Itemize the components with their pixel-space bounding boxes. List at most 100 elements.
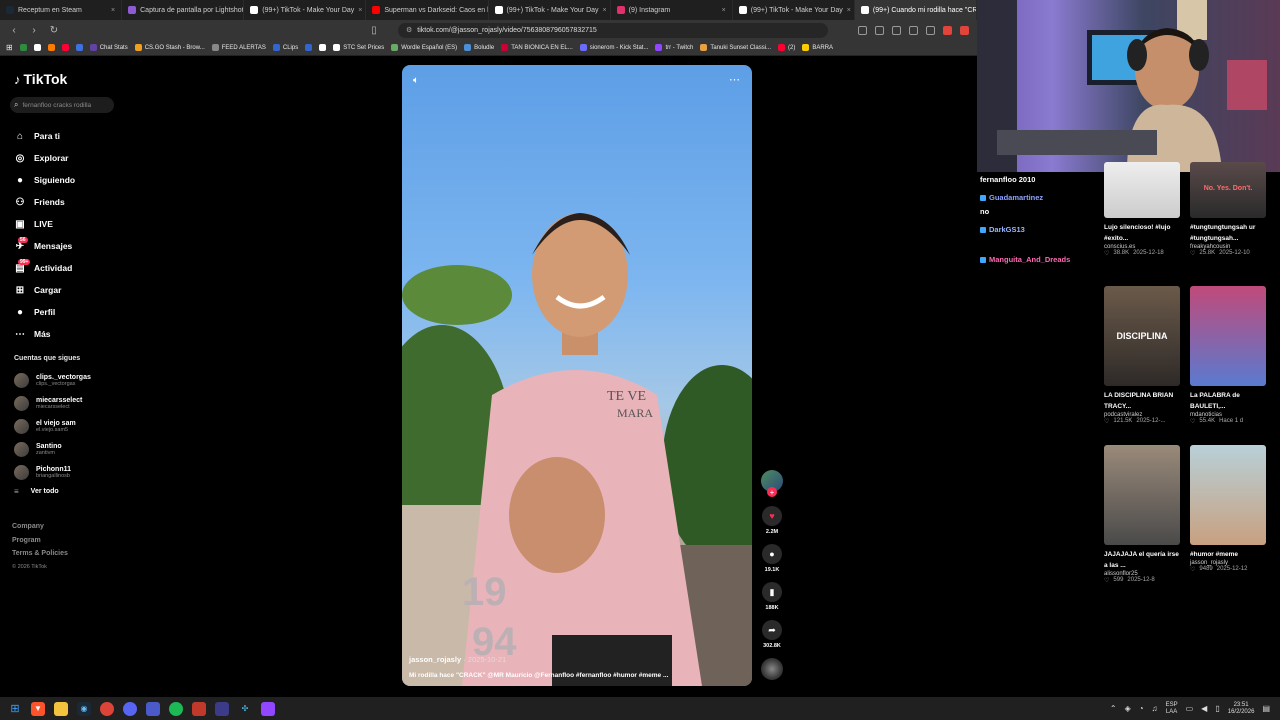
chrome-icon[interactable] xyxy=(100,701,114,716)
video-thumbnail[interactable] xyxy=(1190,286,1266,386)
bookmark-icon[interactable]: ▯ xyxy=(368,25,380,36)
spotify-icon[interactable] xyxy=(169,701,183,716)
bookmark-item[interactable] xyxy=(61,44,69,51)
video-thumbnail[interactable]: DISCIPLINA xyxy=(1104,286,1180,386)
close-tab-icon[interactable]: × xyxy=(847,7,851,14)
brave-shield-icon[interactable] xyxy=(943,25,952,35)
language-indicator[interactable]: ESP LAA xyxy=(1166,702,1178,716)
close-tab-icon[interactable]: × xyxy=(111,7,115,14)
volume-icon[interactable]: 🔈︎ xyxy=(413,75,419,86)
nav-item-siguiendo[interactable]: ● Siguiendo xyxy=(14,169,124,191)
browser-tab[interactable]: Captura de pantalla por Lightshot× xyxy=(122,0,245,20)
share-button[interactable]: ➦ 302.8K xyxy=(759,620,785,649)
brave-rewards-icon[interactable] xyxy=(960,25,969,35)
reload-icon[interactable]: ↻ xyxy=(48,25,60,36)
translate-icon[interactable] xyxy=(875,25,884,35)
bookmark-item[interactable] xyxy=(305,44,313,51)
recorder-icon[interactable] xyxy=(192,701,206,716)
tiktok-logo[interactable]: ♪ TikTok xyxy=(14,71,67,87)
video-card[interactable]: JAJAJAJA el quería irse a las ... alisson… xyxy=(1104,445,1180,584)
browser-tab[interactable]: (99+) Cuando mi rodilla hace "CR× xyxy=(854,0,977,20)
browser-tab[interactable]: (99+) TikTok - Make Your Day × xyxy=(489,0,611,20)
video-author[interactable]: jasson_rojasly · 2025-10-21 xyxy=(409,655,709,664)
notifications-icon[interactable]: ▤ xyxy=(1262,704,1270,713)
creator-avatar[interactable]: + xyxy=(759,470,785,497)
bookmark-item[interactable]: CS.GO Stash - Brow... xyxy=(134,44,205,51)
nav-item-para-ti[interactable]: ⌂ Para ti xyxy=(14,125,124,147)
video-title[interactable]: #tungtungtungsah ur #tungtungsah... xyxy=(1190,222,1266,244)
author-username[interactable]: jasson_rojasly xyxy=(409,655,461,664)
battery-icon[interactable]: ▯ xyxy=(1215,704,1219,713)
video-thumbnail[interactable] xyxy=(1104,445,1180,545)
nav-item-más[interactable]: ⋯ Más xyxy=(14,323,124,345)
comment-icon[interactable]: ● xyxy=(762,544,782,564)
extension-icon[interactable] xyxy=(858,25,867,35)
video-player[interactable]: TE VE MARA 19 94 🔈︎ ⋯ jasson_rojasly · 2… xyxy=(402,65,752,686)
tray-overflow-icon[interactable]: ⌃ xyxy=(1110,704,1117,713)
nav-item-perfil[interactable]: ● Perfil xyxy=(14,301,124,323)
browser-tab[interactable]: Superman vs Darkseid: Caos en la ci...× xyxy=(366,0,489,20)
app-icon[interactable] xyxy=(146,701,160,716)
close-tab-icon[interactable]: × xyxy=(603,7,607,14)
avatar[interactable]: + xyxy=(761,470,783,497)
volume-tray-icon[interactable]: ◀ xyxy=(1201,704,1207,713)
video-thumbnail[interactable] xyxy=(1190,445,1266,545)
file-explorer-icon[interactable] xyxy=(54,701,68,716)
browser-tab[interactable]: Receptum en Steam × xyxy=(0,0,123,20)
site-info-icon[interactable]: ⚙ xyxy=(406,26,412,34)
nav-item-mensajes[interactable]: ✈ 56 Mensajes xyxy=(14,235,124,257)
clock[interactable]: 23:51 16/2/2026 xyxy=(1228,702,1255,716)
footer-link[interactable]: Company xyxy=(12,523,68,537)
share-icon[interactable] xyxy=(926,25,935,35)
video-title[interactable]: LA DISCIPLINA BRIAN TRACY... xyxy=(1104,390,1180,412)
windows-start-icon[interactable]: ⊞ xyxy=(8,702,22,716)
wifi-icon[interactable]: ◔ xyxy=(1139,704,1144,713)
more-options-icon[interactable]: ⋯ xyxy=(729,73,741,86)
nav-item-friends[interactable]: ⚇ Friends xyxy=(14,191,124,213)
bookmark-item[interactable]: CLips xyxy=(272,44,298,51)
vpn-icon[interactable] xyxy=(215,701,229,716)
video-card[interactable]: La PALABRA de BAULETI,... mdanoticias ♡ 55.… xyxy=(1190,286,1266,425)
bookmark-item[interactable] xyxy=(47,44,55,51)
footer-link[interactable]: Program xyxy=(12,537,68,551)
discord-icon[interactable] xyxy=(123,701,137,716)
bookmark-item[interactable]: trr - Twitch xyxy=(655,44,693,51)
bookmark-item[interactable]: sionerom - Kick Stat... xyxy=(579,44,648,51)
video-thumbnail[interactable]: No. Yes. Don't. xyxy=(1190,162,1266,218)
bookmark-item[interactable]: STC Set Prices xyxy=(333,44,384,51)
back-icon[interactable]: ‹ xyxy=(8,25,20,36)
video-title[interactable]: #humor #meme xyxy=(1190,549,1266,560)
see-all-button[interactable]: ≡ Ver todo xyxy=(14,487,124,496)
share-arrow-icon[interactable]: ➦ xyxy=(762,620,782,640)
bookmark-save-icon[interactable]: ▮ xyxy=(762,582,782,602)
video-title[interactable]: Lujo silencioso! #lujo #exito... xyxy=(1104,222,1180,244)
following-account[interactable]: Santino zantivm xyxy=(14,438,124,461)
comment-button[interactable]: ● 19.1K xyxy=(759,544,785,573)
following-account[interactable]: Pichonn11 briangallinosb xyxy=(14,461,124,484)
like-button[interactable]: ♥ 2.2M xyxy=(759,506,785,535)
bookmark-item[interactable]: Tanuki Sunset Classi... xyxy=(700,44,771,51)
music-disc[interactable] xyxy=(759,658,785,680)
address-bar[interactable]: ⚙ tiktok.com/@jasson_rojasly/video/75638… xyxy=(398,22,828,38)
video-thumbnail[interactable] xyxy=(1104,162,1180,218)
video-card[interactable]: No. Yes. Don't. #tungtungtungsah ur #tung… xyxy=(1190,162,1266,257)
nav-item-cargar[interactable]: ⊞ Cargar xyxy=(14,279,124,301)
video-card[interactable]: DISCIPLINA LA DISCIPLINA BRIAN TRACY... po… xyxy=(1104,286,1180,425)
footer-link[interactable]: Terms & Policies xyxy=(12,550,68,564)
bookmark-item[interactable]: FEED ALERTAS xyxy=(211,44,266,51)
forward-icon[interactable]: › xyxy=(28,25,40,36)
brave-browser-icon[interactable]: ▼ xyxy=(31,701,45,716)
steam-tray-icon[interactable]: ◈ xyxy=(1125,704,1131,713)
video-title[interactable]: La PALABRA de BAULETI,... xyxy=(1190,390,1266,412)
bookmark-item[interactable]: Boludle xyxy=(464,44,494,51)
cast-icon[interactable] xyxy=(909,25,918,35)
save-button[interactable]: ▮ 188K xyxy=(759,582,785,611)
bookmark-item[interactable]: Chat Stats xyxy=(89,44,128,51)
bookmark-item[interactable] xyxy=(33,44,41,51)
nav-item-live[interactable]: ▣ LIVE xyxy=(14,213,124,235)
search-input[interactable]: ⌕ fernanfloo cracks rodilla xyxy=(10,97,114,113)
close-tab-icon[interactable]: × xyxy=(358,7,362,14)
following-account[interactable]: el viejo sam el.viejo.sam5 xyxy=(14,415,124,438)
pinwheel-icon[interactable]: ✣ xyxy=(238,702,252,716)
apps-grid-icon[interactable]: ⊞ xyxy=(6,43,13,52)
